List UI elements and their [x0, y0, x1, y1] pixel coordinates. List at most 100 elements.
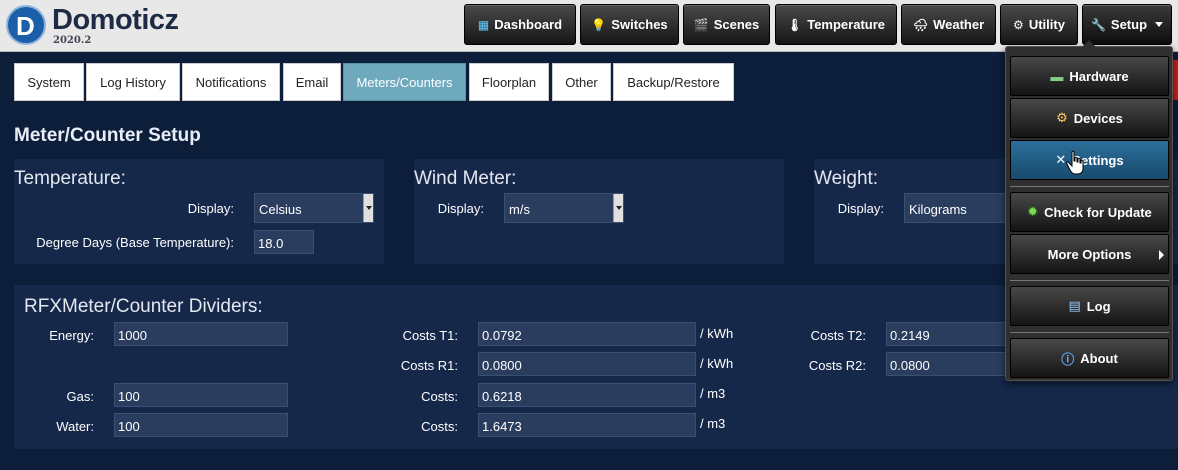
- menu-divider: [1010, 332, 1169, 333]
- weight-display-label: Display:: [837, 201, 884, 216]
- menu-more-options[interactable]: More Options: [1010, 234, 1169, 274]
- costs-water-input[interactable]: 1.6473: [478, 413, 696, 437]
- nav-scenes-button[interactable]: 🎬 Scenes: [683, 4, 770, 45]
- thermometer-icon: 🌡: [786, 17, 803, 32]
- brand-name: Domoticz: [52, 4, 179, 36]
- nav-label: Dashboard: [494, 17, 563, 32]
- logo-letter: D: [16, 11, 35, 41]
- tab-system[interactable]: System: [14, 63, 84, 101]
- domoticz-logo-icon[interactable]: D: [6, 5, 46, 45]
- costs-r1-unit: / kWh: [700, 356, 734, 371]
- nav-label: Weather: [933, 17, 985, 32]
- costs-r2-label: Costs R2:: [808, 358, 866, 373]
- menu-hardware[interactable]: ▬ Hardware: [1010, 56, 1169, 96]
- utility-icon: ⚙: [1013, 17, 1024, 32]
- energy-input[interactable]: 1000: [114, 322, 288, 346]
- costs-t1-unit: / kWh: [700, 326, 734, 341]
- nav-weather-button[interactable]: 🌧 Weather: [901, 4, 996, 45]
- weight-display-select[interactable]: Kilograms: [904, 193, 1014, 223]
- nav-label: Switches: [611, 17, 668, 32]
- costs-t2-input[interactable]: 0.2149: [886, 322, 1006, 346]
- clapper-icon: 🎬: [693, 17, 709, 32]
- dividers-panel: RFXMeter/Counter Dividers: Energy: 1000 …: [14, 285, 1178, 449]
- select-arrow-icon[interactable]: [363, 194, 373, 222]
- nav-temperature-button[interactable]: 🌡 Temperature: [775, 4, 897, 45]
- wrench-icon: ✕: [1055, 152, 1067, 167]
- main-content: System Log History Notifications Email M…: [0, 53, 1178, 470]
- tab-backup-restore[interactable]: Backup/Restore: [613, 63, 734, 101]
- hand-cursor-icon: [1066, 150, 1084, 175]
- select-arrow-icon[interactable]: [613, 194, 623, 222]
- gear-icon: ⚙: [1056, 110, 1068, 125]
- degree-days-label: Degree Days (Base Temperature):: [36, 235, 234, 250]
- tab-meters-counters[interactable]: Meters/Counters: [343, 63, 466, 101]
- costs-t1-label: Costs T1:: [402, 328, 458, 343]
- weight-title: Weight:: [814, 168, 879, 189]
- wind-display-select[interactable]: m/s: [504, 193, 624, 223]
- costs-r1-label: Costs R1:: [400, 358, 458, 373]
- tab-other[interactable]: Other: [552, 63, 611, 101]
- hardware-icon: ▬: [1050, 68, 1064, 84]
- menu-label: About: [1080, 350, 1118, 366]
- section-title: Meter/Counter Setup: [14, 125, 201, 146]
- dividers-title: RFXMeter/Counter Dividers:: [24, 296, 263, 317]
- menu-label: Log: [1086, 298, 1111, 314]
- costs-r2-input[interactable]: 0.0800: [886, 352, 1006, 376]
- tab-log-history[interactable]: Log History: [86, 63, 180, 101]
- energy-label: Energy:: [49, 328, 94, 343]
- select-value: m/s: [509, 202, 530, 217]
- temperature-display-label: Display:: [187, 201, 234, 216]
- gas-label: Gas:: [66, 389, 94, 404]
- tab-notifications[interactable]: Notifications: [182, 63, 280, 101]
- select-value: Celsius: [259, 202, 302, 217]
- nav-setup-button[interactable]: 🔧 Setup: [1082, 4, 1172, 45]
- log-icon: ▤: [1068, 298, 1081, 313]
- cloud-icon: 🌧: [912, 17, 929, 32]
- nav-label: Utility: [1028, 17, 1065, 32]
- top-bar: D Domoticz 2020.2 ▦ Dashboard 💡 Switches…: [0, 0, 1178, 52]
- dashboard-icon: ▦: [477, 17, 490, 32]
- bulb-icon: 💡: [591, 17, 607, 32]
- temperature-display-select[interactable]: Celsius: [254, 193, 374, 223]
- menu-label: Check for Update: [1044, 204, 1152, 220]
- select-value: Kilograms: [909, 202, 967, 217]
- gas-input[interactable]: 100: [114, 383, 288, 407]
- costs-water-label: Costs:: [421, 419, 458, 434]
- water-label: Water:: [56, 419, 94, 434]
- costs-gas-input[interactable]: 0.6218: [478, 383, 696, 407]
- degree-days-input[interactable]: 18.0: [254, 230, 314, 254]
- wind-display-label: Display:: [437, 201, 484, 216]
- menu-about[interactable]: ⓘ About: [1010, 338, 1169, 378]
- menu-divider: [1010, 186, 1169, 187]
- menu-divider: [1010, 280, 1169, 281]
- tab-email[interactable]: Email: [283, 63, 341, 101]
- costs-t1-input[interactable]: 0.0792: [478, 322, 696, 346]
- costs-t2-label: Costs T2:: [810, 328, 866, 343]
- nav-dashboard-button[interactable]: ▦ Dashboard: [464, 4, 576, 45]
- nav-utility-button[interactable]: ⚙ Utility: [1000, 4, 1078, 45]
- costs-gas-label: Costs:: [421, 389, 458, 404]
- temperature-title: Temperature:: [14, 168, 126, 189]
- temperature-panel: Temperature: Display: Celsius Degree Day…: [14, 159, 384, 264]
- nav-switches-button[interactable]: 💡 Switches: [580, 4, 679, 45]
- nav-label: Setup: [1110, 17, 1148, 32]
- menu-label: More Options: [1047, 246, 1132, 262]
- wrench-icon: 🔧: [1090, 17, 1106, 32]
- brand-version: 2020.2: [53, 35, 92, 46]
- nav-label: Scenes: [713, 17, 760, 32]
- caret-down-icon: [1155, 22, 1164, 27]
- chevron-right-icon: [1159, 250, 1164, 260]
- menu-settings[interactable]: ✕ Settings: [1010, 140, 1169, 180]
- menu-log[interactable]: ▤ Log: [1010, 286, 1169, 326]
- setup-dropdown-menu: ▬ Hardware ⚙ Devices ✕ Settings ✹ Check …: [1005, 40, 1173, 381]
- nav-label: Temperature: [807, 17, 886, 32]
- water-input[interactable]: 100: [114, 413, 288, 437]
- costs-r1-input[interactable]: 0.0800: [478, 352, 696, 376]
- menu-label: Devices: [1073, 110, 1123, 126]
- menu-devices[interactable]: ⚙ Devices: [1010, 98, 1169, 138]
- wind-panel: Wind Meter: Display: m/s: [414, 159, 784, 264]
- menu-check-for-update[interactable]: ✹ Check for Update: [1010, 192, 1169, 232]
- info-icon: ⓘ: [1061, 351, 1075, 367]
- costs-water-unit: / m3: [700, 416, 726, 431]
- tab-floorplan[interactable]: Floorplan: [469, 63, 549, 101]
